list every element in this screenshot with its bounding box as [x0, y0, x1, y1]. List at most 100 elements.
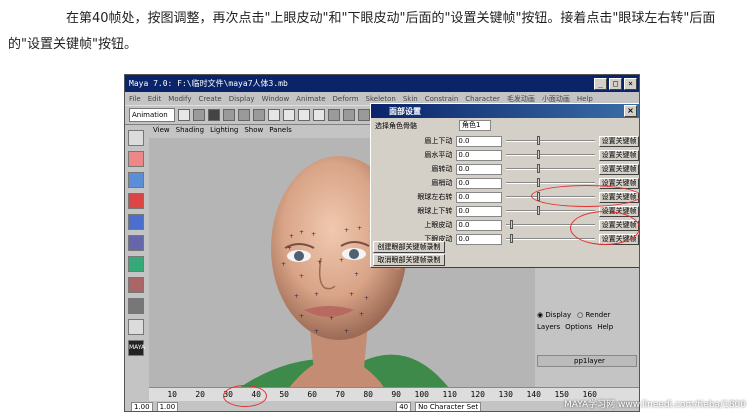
menu-file[interactable]: File — [129, 95, 141, 103]
slider-thumb[interactable] — [536, 136, 540, 145]
value-field[interactable]: 0.0 — [456, 219, 503, 231]
menu-skeleton[interactable]: Skeleton — [366, 95, 396, 103]
maya-window: Maya 7.0: F:\临时文件\maya7人体3.mb _ □ × File… — [124, 74, 640, 412]
svg-text:+: + — [294, 293, 299, 300]
menu-constrain[interactable]: Constrain — [425, 95, 459, 103]
slider-thumb[interactable] — [536, 150, 540, 159]
value-field[interactable]: 0.0 — [456, 205, 503, 217]
create-eye-key-button[interactable]: 创建眼部关键帧录制 — [373, 241, 445, 253]
value-field[interactable]: 0.0 — [456, 163, 503, 175]
tick-label: 100 — [414, 390, 429, 399]
move-tool-icon[interactable] — [128, 193, 144, 209]
snap-grid-icon[interactable] — [268, 109, 280, 121]
value-slider[interactable] — [506, 178, 596, 187]
render-icon[interactable] — [343, 109, 355, 121]
menu-hair-anim[interactable]: 毛发动画 — [507, 94, 535, 104]
layers-menu-options[interactable]: Options — [565, 323, 592, 331]
dialog-titlebar: 面部设置 × — [371, 104, 639, 118]
menu-face-anim[interactable]: 小面动画 — [542, 94, 570, 104]
save-scene-icon[interactable] — [208, 109, 220, 121]
select-rig-dropdown[interactable]: 角色1 — [459, 120, 491, 131]
value-slider[interactable] — [506, 164, 596, 173]
maximize-button[interactable]: □ — [609, 77, 622, 90]
row-label: 眉水平动 — [424, 151, 453, 159]
tick-label: 140 — [526, 390, 541, 399]
menu-deform[interactable]: Deform — [333, 95, 359, 103]
menu-skin[interactable]: Skin — [403, 95, 418, 103]
new-scene-icon[interactable] — [178, 109, 190, 121]
svg-text:+: + — [329, 315, 334, 322]
four-view-icon[interactable] — [128, 319, 144, 335]
paint-select-icon[interactable] — [128, 172, 144, 188]
layers-menu-layers[interactable]: Layers — [537, 323, 560, 331]
row-label: 眉上下动 — [424, 137, 453, 145]
menu-animate[interactable]: Animate — [296, 95, 325, 103]
set-key-button[interactable]: 设置关键帧 — [599, 149, 639, 161]
menu-window[interactable]: Window — [262, 95, 290, 103]
close-button[interactable]: × — [624, 77, 637, 90]
slider-thumb[interactable] — [536, 178, 540, 187]
scale-tool-icon[interactable] — [128, 235, 144, 251]
vp-menu-lighting[interactable]: Lighting — [210, 126, 238, 138]
ipr-render-icon[interactable] — [358, 109, 370, 121]
set-key-button[interactable]: 设置关键帧 — [599, 163, 639, 175]
dialog-close-button[interactable]: × — [624, 105, 637, 117]
value-slider[interactable] — [506, 206, 596, 215]
tick-label: 10 — [167, 390, 177, 399]
svg-text:+: + — [299, 229, 304, 236]
value-field[interactable]: 0.0 — [456, 233, 503, 245]
value-slider[interactable] — [506, 136, 596, 145]
mode-select[interactable]: Animation — [129, 108, 175, 122]
lasso-tool-icon[interactable] — [128, 151, 144, 167]
slider-thumb[interactable] — [536, 164, 540, 173]
snap-point-icon[interactable] — [298, 109, 310, 121]
minimize-button[interactable]: _ — [594, 77, 607, 90]
instruction-text: 在第40帧处，按图调整，再次点击"上眼皮动"和"下眼皮动"后面的"设置关键帧"按… — [8, 11, 716, 52]
snap-plane-icon[interactable] — [313, 109, 325, 121]
range-end-field[interactable]: 1.00 — [156, 402, 179, 411]
menu-edit[interactable]: Edit — [148, 95, 162, 103]
slider-thumb[interactable] — [510, 234, 514, 243]
layer-row[interactable]: pp1layer — [537, 355, 637, 367]
menu-display[interactable]: Display — [229, 95, 255, 103]
value-field[interactable]: 0.0 — [456, 177, 503, 189]
select-object-icon[interactable] — [238, 109, 250, 121]
layout-icon[interactable] — [128, 298, 144, 314]
select-hierarchy-icon[interactable] — [223, 109, 235, 121]
menu-character[interactable]: Character — [465, 95, 500, 103]
select-component-icon[interactable] — [253, 109, 265, 121]
range-start-field[interactable]: 1.00 — [131, 402, 153, 411]
current-frame-field[interactable]: 40 — [396, 402, 412, 411]
render-radio[interactable]: ○ Render — [577, 311, 610, 319]
value-field[interactable]: 0.0 — [456, 191, 503, 203]
vp-menu-shading[interactable]: Shading — [176, 126, 204, 138]
tick-label: 70 — [335, 390, 345, 399]
slider-thumb[interactable] — [510, 220, 514, 229]
last-tool-icon[interactable] — [128, 277, 144, 293]
highlight-circle-eye-leftright — [531, 185, 639, 207]
snap-curve-icon[interactable] — [283, 109, 295, 121]
menu-help[interactable]: Help — [577, 95, 593, 103]
vp-menu-panels[interactable]: Panels — [269, 126, 292, 138]
history-icon[interactable] — [328, 109, 340, 121]
menu-create[interactable]: Create — [198, 95, 221, 103]
vp-menu-show[interactable]: Show — [244, 126, 263, 138]
menu-modify[interactable]: Modify — [168, 95, 191, 103]
character-set-select[interactable]: No Character Set — [415, 402, 482, 411]
value-slider[interactable] — [506, 150, 596, 159]
open-scene-icon[interactable] — [193, 109, 205, 121]
manipulator-icon[interactable] — [128, 256, 144, 272]
slider-thumb[interactable] — [536, 206, 540, 215]
select-tool-icon[interactable] — [128, 130, 144, 146]
layers-menu-help[interactable]: Help — [597, 323, 613, 331]
tick-label: 110 — [442, 390, 457, 399]
vp-menu-view[interactable]: View — [153, 126, 170, 138]
value-field[interactable]: 0.0 — [456, 149, 503, 161]
cancel-eye-key-button[interactable]: 取消眼部关键帧录制 — [373, 254, 445, 266]
display-radio[interactable]: ◉ Display — [537, 311, 571, 319]
value-field[interactable]: 0.0 — [456, 135, 503, 147]
set-key-button[interactable]: 设置关键帧 — [599, 135, 639, 147]
dialog-title: 面部设置 — [389, 106, 421, 116]
row-brow-horizontal: 眉水平动 0.0 设置关键帧 — [371, 149, 639, 161]
rotate-tool-icon[interactable] — [128, 214, 144, 230]
